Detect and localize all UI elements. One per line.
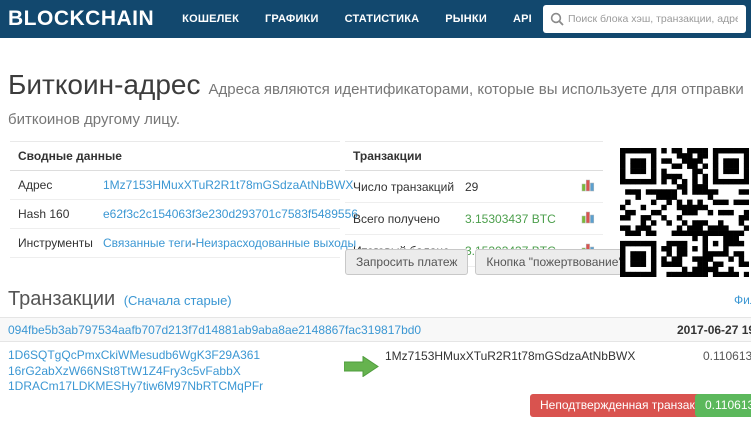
related-tags-link[interactable]: Связанные теги — [103, 236, 192, 250]
request-payment-button[interactable]: Запросить платеж — [345, 249, 468, 275]
transactions-section-header: Транзакции (Сначала старые) — [8, 288, 232, 311]
top-navbar: BLOCKCHAIN КОШЕЛЕК ГРАФИКИ СТАТИСТИКА РЫ… — [0, 0, 751, 38]
table-row: Инструменты Связанные теги - Неизрасходо… — [10, 229, 340, 258]
summary-header: Сводные данные — [10, 141, 340, 171]
page-intro: Биткоин-адресАдреса являются идентификат… — [8, 70, 748, 135]
address-label: Адрес — [18, 178, 103, 192]
qr-code — [620, 148, 749, 277]
search-icon — [550, 12, 564, 26]
input-address-link[interactable]: 16rG2abXzW66NSt8TtW1Z4Fry3c5vFabbX — [8, 364, 263, 380]
tx-count-value: 29 — [465, 180, 478, 194]
output-address: 1Mz7153HMuxXTuR2R1t78mGSdzaAtNbBWX — [385, 349, 635, 363]
tools-label: Инструменты — [18, 236, 103, 250]
nav-item-api[interactable]: API — [513, 13, 532, 25]
bar-chart-icon[interactable] — [581, 210, 595, 227]
table-row: Адрес 1Mz7153HMuxXTuR2R1t78mGSdzaAtNbBWX — [10, 171, 340, 200]
search-input[interactable] — [568, 13, 738, 25]
bar-chart-icon[interactable] — [581, 178, 595, 195]
total-received-value: 3.15303437 BTC — [465, 212, 556, 226]
nav-item-charts[interactable]: ГРАФИКИ — [265, 13, 319, 25]
main-menu: КОШЕЛЕК ГРАФИКИ СТАТИСТИКА РЫНКИ API — [182, 13, 532, 25]
transaction-date: 2017-06-27 19: — [677, 323, 751, 337]
nav-item-markets[interactable]: РЫНКИ — [445, 13, 487, 25]
search-box[interactable] — [543, 5, 746, 33]
transaction-inputs: 1D6SQTgQcPmxCkiWMesudb6WgK3F29A361 16rG2… — [8, 348, 263, 395]
input-address-link[interactable]: 1DRACm17LDKMESHy7tiw6M97NbRTCMqPFr — [8, 379, 263, 395]
address-link[interactable]: 1Mz7153HMuxXTuR2R1t78mGSdzaAtNbBWX — [103, 178, 353, 192]
hash160-label: Hash 160 — [18, 207, 103, 221]
input-address-link[interactable]: 1D6SQTgQcPmxCkiWMesudb6WgK3F29A361 — [8, 348, 263, 364]
arrow-right-icon — [344, 356, 379, 382]
table-row: Всего получено 3.15303437 BTC — [345, 203, 603, 235]
action-buttons: Запросить платеж Кнопка "пожертвование" — [345, 249, 634, 275]
table-row: Число транзакций 29 — [345, 171, 603, 203]
transaction-hash-link[interactable]: 094fbe5b3ab797534aafb707d213f7d14881ab9a… — [8, 323, 421, 337]
transaction-hash-row: 094fbe5b3ab797534aafb707d213f7d14881ab9a… — [0, 317, 751, 342]
unspent-outputs-link[interactable]: Неизрасходованные выходы — [196, 236, 357, 250]
donation-button[interactable]: Кнопка "пожертвование" — [475, 249, 633, 275]
sort-oldest-first-link[interactable]: (Сначала старые) — [124, 293, 232, 308]
table-row: Hash 160 e62f3c2c154063f3e230d293701c758… — [10, 200, 340, 229]
tx-count-label: Число транзакций — [353, 180, 465, 194]
hash160-link[interactable]: e62f3c2c154063f3e230d293701c7583f5489556 — [103, 207, 358, 221]
page-title: Биткоин-адрес — [8, 69, 200, 100]
output-amount: 0.11061372 — [703, 349, 751, 363]
summary-panel: Сводные данные Адрес 1Mz7153HMuxXTuR2R1t… — [10, 141, 340, 258]
transaction-amount-badge[interactable]: 0.11061372 — [695, 394, 751, 417]
transactions-title: Транзакции — [8, 288, 115, 310]
nav-item-stats[interactable]: СТАТИСТИКА — [345, 13, 420, 25]
nav-item-wallet[interactable]: КОШЕЛЕК — [182, 13, 239, 25]
total-received-label: Всего получено — [353, 212, 465, 226]
filter-link[interactable]: Фильтр — [734, 293, 751, 307]
blockchain-logo[interactable]: BLOCKCHAIN — [8, 7, 154, 31]
transactions-panel-header: Транзакции — [345, 141, 603, 171]
